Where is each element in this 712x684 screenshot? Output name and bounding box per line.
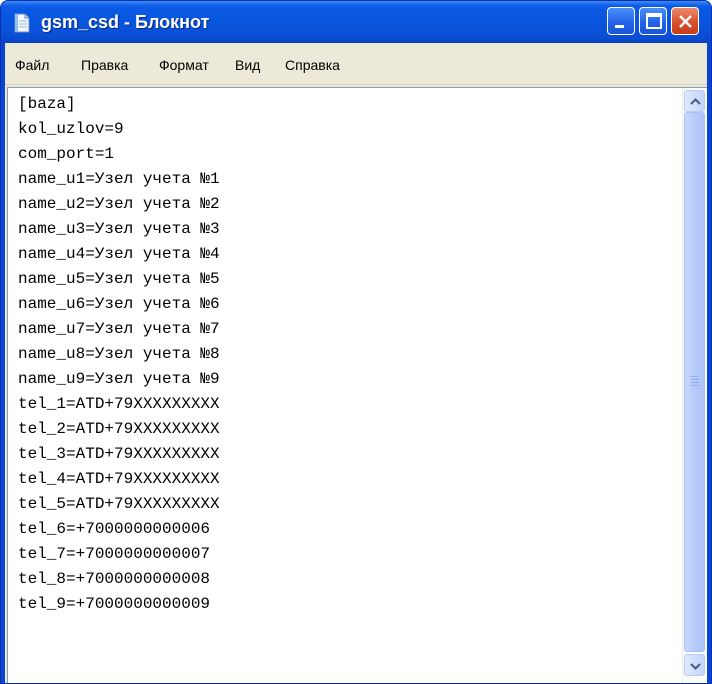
close-button[interactable] xyxy=(671,7,699,35)
menu-help[interactable]: Справка xyxy=(285,55,340,75)
text-line: com_port=1 xyxy=(18,145,115,163)
text-editor[interactable]: [baza] kol_uzlov=9 com_port=1 name_u1=Уз… xyxy=(7,87,707,683)
text-line: name_u2=Узел учета №2 xyxy=(18,195,220,213)
text-line: tel_4=ATD+79XXXXXXXXX xyxy=(18,470,220,488)
text-line: name_u4=Узел учета №4 xyxy=(18,245,220,263)
title-bar[interactable]: gsm_csd - Блокнот xyxy=(1,1,711,43)
notepad-icon[interactable] xyxy=(13,13,31,33)
minimize-icon xyxy=(615,25,624,28)
text-line: tel_5=ATD+79XXXXXXXXX xyxy=(18,495,220,513)
scroll-down-button[interactable] xyxy=(684,654,705,676)
menu-edit[interactable]: Правка xyxy=(81,55,128,75)
text-line: name_u1=Узел учета №1 xyxy=(18,170,220,188)
menu-format[interactable]: Формат xyxy=(159,55,209,75)
text-line: name_u7=Узел учета №7 xyxy=(18,320,220,338)
maximize-icon xyxy=(646,13,662,29)
chevron-up-icon xyxy=(690,97,701,105)
vertical-scrollbar[interactable] xyxy=(682,88,706,683)
text-line: name_u8=Узел учета №8 xyxy=(18,345,220,363)
scroll-thumb[interactable] xyxy=(684,112,705,652)
notepad-window: gsm_csd - Блокнот Файл Правка Формат Вид xyxy=(0,0,712,684)
text-line: tel_6=+7000000000006 xyxy=(18,520,211,538)
text-line: [baza] xyxy=(18,95,76,113)
minimize-button[interactable] xyxy=(607,7,635,35)
text-line: tel_9=+7000000000009 xyxy=(18,595,211,613)
text-line: name_u5=Узел учета №5 xyxy=(18,270,220,288)
text-line: name_u9=Узел учета №9 xyxy=(18,370,220,388)
text-line: name_u6=Узел учета №6 xyxy=(18,295,220,313)
window-title: gsm_csd - Блокнот xyxy=(41,12,210,32)
window-body: Файл Правка Формат Вид Справка [baza] ko… xyxy=(5,43,707,683)
text-line: tel_8=+7000000000008 xyxy=(18,570,211,588)
menu-file[interactable]: Файл xyxy=(15,55,49,75)
text-line: kol_uzlov=9 xyxy=(18,120,124,138)
document-text[interactable]: [baza] kol_uzlov=9 com_port=1 name_u1=Уз… xyxy=(18,92,678,682)
scroll-up-button[interactable] xyxy=(684,90,705,112)
text-line: tel_7=+7000000000007 xyxy=(18,545,211,563)
menu-view[interactable]: Вид xyxy=(235,55,260,75)
close-icon xyxy=(679,15,692,28)
text-line: tel_2=ATD+79XXXXXXXXX xyxy=(18,420,220,438)
chevron-down-icon xyxy=(690,663,701,671)
text-line: name_u3=Узел учета №3 xyxy=(18,220,220,238)
text-line: tel_1=ATD+79XXXXXXXXX xyxy=(18,395,220,413)
maximize-button[interactable] xyxy=(639,7,667,35)
menu-bar: Файл Правка Формат Вид Справка xyxy=(5,43,707,85)
text-line: tel_3=ATD+79XXXXXXXXX xyxy=(18,445,220,463)
